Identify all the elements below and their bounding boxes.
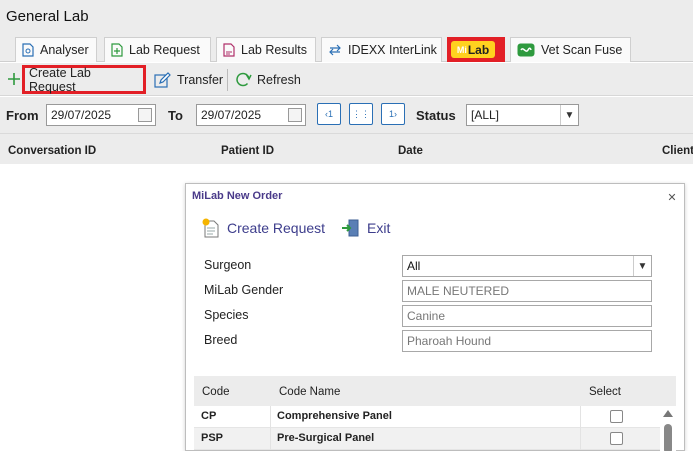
test-table-header: Code Code Name Select: [194, 376, 676, 406]
row-code-name: Pre-Surgical Panel: [277, 432, 375, 444]
refresh-icon: [235, 72, 252, 88]
milab-new-order-dialog: MiLab New Order ✕ Create Request Exit Su…: [185, 183, 685, 451]
previous-day-icon[interactable]: ‹1: [317, 103, 341, 125]
exit-button[interactable]: Exit: [341, 217, 390, 239]
select-checkbox[interactable]: [610, 410, 623, 423]
column-header-code-name[interactable]: Code Name: [279, 386, 340, 398]
toolbar-divider: [227, 69, 228, 91]
tab-lab-request[interactable]: Lab Request: [104, 37, 211, 62]
tab-analyser[interactable]: Analyser: [15, 37, 97, 62]
calendar-icon[interactable]: [138, 108, 152, 122]
scroll-up-icon[interactable]: [663, 410, 673, 417]
create-request-button[interactable]: Create Request: [201, 217, 325, 239]
document-star-icon: [201, 218, 221, 238]
grid-header: Conversation ID Patient ID Date Client: [0, 133, 693, 164]
title-bar: General Lab: [0, 0, 693, 36]
analyser-icon: [22, 43, 34, 57]
tab-lab-results[interactable]: Lab Results: [216, 37, 316, 62]
column-header-client[interactable]: Client: [662, 145, 693, 157]
column-header-select[interactable]: Select: [589, 386, 621, 398]
exchange-arrows-icon: [328, 44, 342, 56]
toolbar: Create Lab Request Transfer Refresh: [0, 63, 693, 96]
exit-label: Exit: [367, 220, 391, 236]
dialog-title: MiLab New Order: [192, 190, 283, 202]
status-select[interactable]: [ALL] ▼: [466, 104, 579, 126]
chevron-down-icon[interactable]: ▼: [560, 105, 578, 125]
tab-strip: Analyser Lab Request Lab Results IDEXX I…: [0, 36, 693, 62]
close-icon[interactable]: ✕: [664, 189, 680, 205]
milab-logo: Mi Lab: [451, 41, 495, 58]
breed-label: Breed: [204, 333, 238, 347]
tab-label: Lab Request: [129, 43, 200, 57]
tab-label: Vet Scan Fuse: [541, 43, 623, 57]
plus-icon: [6, 66, 22, 92]
column-header-patient-id[interactable]: Patient ID: [221, 145, 274, 157]
species-field[interactable]: Canine: [402, 305, 652, 327]
from-label: From: [6, 108, 39, 123]
to-label: To: [168, 108, 183, 123]
tab-milab[interactable]: Mi Lab: [447, 37, 505, 62]
column-header-conversation-id[interactable]: Conversation ID: [8, 145, 96, 157]
refresh-label: Refresh: [257, 73, 301, 87]
from-date-input[interactable]: 29/07/2025: [46, 104, 156, 126]
lab-request-icon: [111, 43, 123, 57]
column-divider: [580, 406, 581, 428]
table-scrollbar[interactable]: [660, 406, 676, 451]
create-lab-request-label: Create Lab Request: [29, 65, 91, 94]
surgeon-label: Surgeon: [204, 258, 252, 272]
column-divider: [580, 428, 581, 450]
chevron-down-icon[interactable]: ▼: [633, 256, 651, 276]
select-checkbox[interactable]: [610, 432, 623, 445]
create-request-label: Create Request: [227, 220, 326, 236]
to-date-input[interactable]: 29/07/2025: [196, 104, 306, 126]
column-header-date[interactable]: Date: [398, 145, 423, 157]
table-row[interactable]: CP Comprehensive Panel: [194, 406, 668, 428]
scrollbar-thumb[interactable]: [664, 424, 672, 451]
breed-field[interactable]: Pharoah Hound: [402, 330, 652, 352]
tab-label: Lab Results: [241, 43, 308, 57]
row-code-name: Comprehensive Panel: [277, 410, 392, 422]
milab-gender-field[interactable]: MALE NEUTERED: [402, 280, 652, 302]
tab-label: Analyser: [40, 43, 89, 57]
tab-vet-scan-fuse[interactable]: Vet Scan Fuse: [510, 37, 631, 62]
next-day-icon[interactable]: 1›: [381, 103, 405, 125]
pencil-icon: [154, 72, 172, 88]
filter-bar: From 29/07/2025 To 29/07/2025 ‹1 ⋮⋮ 1› S…: [0, 97, 693, 133]
column-divider: [270, 406, 271, 428]
refresh-button[interactable]: Refresh: [231, 66, 305, 94]
transfer-label: Transfer: [177, 73, 224, 87]
transfer-button[interactable]: Transfer: [150, 66, 227, 94]
surgeon-select[interactable]: All ▼: [402, 255, 652, 277]
calendar-icon[interactable]: [288, 108, 302, 122]
milab-gender-label: MiLab Gender: [204, 283, 284, 297]
table-row[interactable]: PSP Pre-Surgical Panel: [194, 428, 668, 450]
create-lab-request-button[interactable]: Create Lab Request: [22, 65, 146, 94]
column-header-code[interactable]: Code: [202, 386, 230, 398]
species-label: Species: [204, 308, 249, 322]
exit-door-icon: [341, 218, 361, 238]
app-title: General Lab: [6, 8, 89, 25]
tab-idexx-interlink[interactable]: IDEXX InterLink: [321, 37, 442, 62]
lab-results-icon: [223, 43, 235, 57]
calendar-grid-icon[interactable]: ⋮⋮: [349, 103, 373, 125]
status-label: Status: [416, 108, 456, 123]
vetscan-icon: [517, 43, 535, 57]
row-code: PSP: [201, 432, 224, 444]
column-divider: [270, 428, 271, 450]
row-code: CP: [201, 410, 217, 422]
tab-label: IDEXX InterLink: [348, 43, 437, 57]
